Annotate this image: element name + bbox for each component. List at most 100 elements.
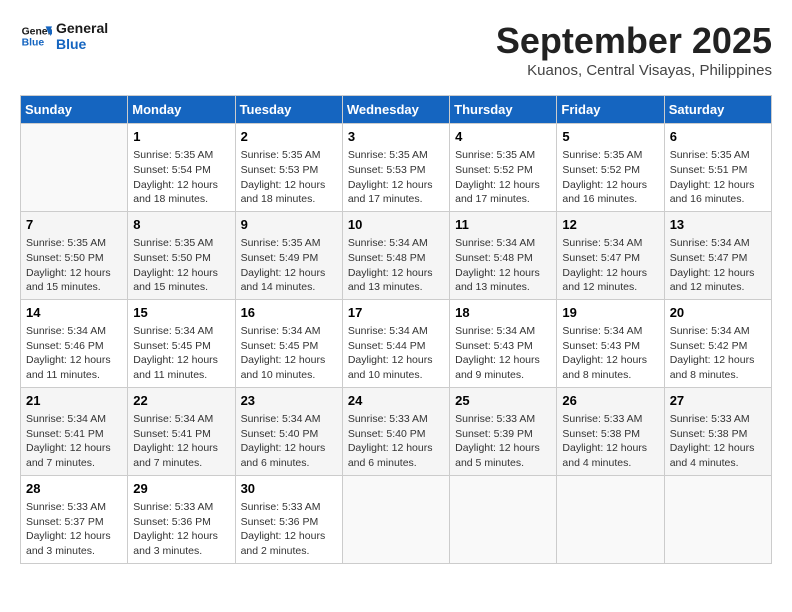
cell-info: Sunrise: 5:34 AMSunset: 5:42 PMDaylight:…: [670, 324, 766, 383]
day-number: 28: [26, 480, 122, 498]
calendar-cell: 13Sunrise: 5:34 AMSunset: 5:47 PMDayligh…: [664, 211, 771, 299]
day-number: 1: [133, 128, 229, 146]
cell-info: Sunrise: 5:34 AMSunset: 5:41 PMDaylight:…: [133, 412, 229, 471]
page-header: General Blue General Blue September 2025…: [20, 20, 772, 79]
day-number: 18: [455, 304, 551, 322]
day-number: 16: [241, 304, 337, 322]
calendar-cell: 28 Sunrise: 5:33 AMSunset: 5:37 PMDayligh…: [21, 475, 128, 563]
day-number: 11: [455, 216, 551, 234]
calendar-header-cell: Thursday: [450, 96, 557, 124]
cell-info: Sunrise: 5:34 AMSunset: 5:48 PMDaylight:…: [348, 236, 444, 295]
calendar-header-cell: Saturday: [664, 96, 771, 124]
cell-info: Sunrise: 5:35 AMSunset: 5:54 PMDaylight:…: [133, 148, 229, 207]
cell-info: Sunrise: 5:35 AMSunset: 5:53 PMDaylight:…: [348, 148, 444, 207]
day-number: 15: [133, 304, 229, 322]
day-number: 10: [348, 216, 444, 234]
day-number: 19: [562, 304, 658, 322]
calendar-week-row: 7 Sunrise: 5:35 AMSunset: 5:50 PMDaylight…: [21, 211, 772, 299]
calendar-cell: 17 Sunrise: 5:34 AMSunset: 5:44 PMDayligh…: [342, 299, 449, 387]
calendar-week-row: 21 Sunrise: 5:34 AMSunset: 5:41 PMDayligh…: [21, 387, 772, 475]
cell-info: Sunrise: 5:35 AMSunset: 5:52 PMDaylight:…: [562, 148, 658, 207]
day-number: 3: [348, 128, 444, 146]
title-block: September 2025 Kuanos, Central Visayas, …: [496, 20, 772, 79]
day-number: 29: [133, 480, 229, 498]
calendar-cell: 27 Sunrise: 5:33 AMSunset: 5:38 PMDayligh…: [664, 387, 771, 475]
logo-line1: General: [56, 20, 108, 36]
calendar-week-row: 28 Sunrise: 5:33 AMSunset: 5:37 PMDayligh…: [21, 475, 772, 563]
cell-info: Sunrise: 5:33 AMSunset: 5:38 PMDaylight:…: [670, 412, 766, 471]
day-number: 14: [26, 304, 122, 322]
calendar-cell: 8 Sunrise: 5:35 AMSunset: 5:50 PMDaylight…: [128, 211, 235, 299]
month-title: September 2025: [496, 20, 772, 62]
cell-info: Sunrise: 5:35 AMSunset: 5:51 PMDaylight:…: [670, 148, 766, 207]
cell-info: Sunrise: 5:35 AMSunset: 5:50 PMDaylight:…: [133, 236, 229, 295]
calendar-cell: [21, 124, 128, 212]
calendar-header-cell: Monday: [128, 96, 235, 124]
day-number: 21: [26, 392, 122, 410]
calendar-header-cell: Friday: [557, 96, 664, 124]
calendar-cell: 24Sunrise: 5:33 AMSunset: 5:40 PMDayligh…: [342, 387, 449, 475]
day-number: 17: [348, 304, 444, 322]
cell-info: Sunrise: 5:33 AMSunset: 5:36 PMDaylight:…: [241, 500, 337, 559]
calendar-cell: [664, 475, 771, 563]
logo-icon: General Blue: [20, 20, 52, 52]
cell-info: Sunrise: 5:35 AMSunset: 5:53 PMDaylight:…: [241, 148, 337, 207]
calendar-cell: 11Sunrise: 5:34 AMSunset: 5:48 PMDayligh…: [450, 211, 557, 299]
calendar-cell: [342, 475, 449, 563]
svg-text:Blue: Blue: [22, 38, 45, 49]
logo-line2: Blue: [56, 36, 108, 52]
calendar-week-row: 1 Sunrise: 5:35 AMSunset: 5:54 PMDaylight…: [21, 124, 772, 212]
calendar-table: SundayMondayTuesdayWednesdayThursdayFrid…: [20, 95, 772, 564]
cell-info: Sunrise: 5:35 AMSunset: 5:50 PMDaylight:…: [26, 236, 122, 295]
calendar-header-row: SundayMondayTuesdayWednesdayThursdayFrid…: [21, 96, 772, 124]
cell-info: Sunrise: 5:35 AMSunset: 5:52 PMDaylight:…: [455, 148, 551, 207]
cell-info: Sunrise: 5:34 AMSunset: 5:43 PMDaylight:…: [455, 324, 551, 383]
calendar-cell: 23 Sunrise: 5:34 AMSunset: 5:40 PMDayligh…: [235, 387, 342, 475]
day-number: 27: [670, 392, 766, 410]
day-number: 2: [241, 128, 337, 146]
calendar-cell: [450, 475, 557, 563]
calendar-cell: 14 Sunrise: 5:34 AMSunset: 5:46 PMDayligh…: [21, 299, 128, 387]
cell-info: Sunrise: 5:34 AMSunset: 5:41 PMDaylight:…: [26, 412, 122, 471]
calendar-cell: 15 Sunrise: 5:34 AMSunset: 5:45 PMDayligh…: [128, 299, 235, 387]
day-number: 5: [562, 128, 658, 146]
cell-info: Sunrise: 5:33 AMSunset: 5:37 PMDaylight:…: [26, 500, 122, 559]
calendar-cell: 4Sunrise: 5:35 AMSunset: 5:52 PMDaylight…: [450, 124, 557, 212]
calendar-cell: 22 Sunrise: 5:34 AMSunset: 5:41 PMDayligh…: [128, 387, 235, 475]
calendar-cell: 25Sunrise: 5:33 AMSunset: 5:39 PMDayligh…: [450, 387, 557, 475]
cell-info: Sunrise: 5:34 AMSunset: 5:43 PMDaylight:…: [562, 324, 658, 383]
cell-info: Sunrise: 5:34 AMSunset: 5:47 PMDaylight:…: [562, 236, 658, 295]
cell-info: Sunrise: 5:34 AMSunset: 5:40 PMDaylight:…: [241, 412, 337, 471]
calendar-cell: 12Sunrise: 5:34 AMSunset: 5:47 PMDayligh…: [557, 211, 664, 299]
day-number: 8: [133, 216, 229, 234]
calendar-cell: 1 Sunrise: 5:35 AMSunset: 5:54 PMDaylight…: [128, 124, 235, 212]
logo: General Blue General Blue: [20, 20, 108, 52]
calendar-cell: 20Sunrise: 5:34 AMSunset: 5:42 PMDayligh…: [664, 299, 771, 387]
location: Kuanos, Central Visayas, Philippines: [496, 62, 772, 79]
cell-info: Sunrise: 5:34 AMSunset: 5:45 PMDaylight:…: [241, 324, 337, 383]
calendar-header-cell: Sunday: [21, 96, 128, 124]
day-number: 7: [26, 216, 122, 234]
calendar-cell: 5 Sunrise: 5:35 AMSunset: 5:52 PMDaylight…: [557, 124, 664, 212]
cell-info: Sunrise: 5:33 AMSunset: 5:39 PMDaylight:…: [455, 412, 551, 471]
cell-info: Sunrise: 5:34 AMSunset: 5:44 PMDaylight:…: [348, 324, 444, 383]
calendar-cell: 2 Sunrise: 5:35 AMSunset: 5:53 PMDaylight…: [235, 124, 342, 212]
calendar-header-cell: Wednesday: [342, 96, 449, 124]
calendar-cell: [557, 475, 664, 563]
day-number: 26: [562, 392, 658, 410]
cell-info: Sunrise: 5:34 AMSunset: 5:46 PMDaylight:…: [26, 324, 122, 383]
day-number: 30: [241, 480, 337, 498]
calendar-cell: 7 Sunrise: 5:35 AMSunset: 5:50 PMDaylight…: [21, 211, 128, 299]
cell-info: Sunrise: 5:33 AMSunset: 5:36 PMDaylight:…: [133, 500, 229, 559]
cell-info: Sunrise: 5:34 AMSunset: 5:45 PMDaylight:…: [133, 324, 229, 383]
day-number: 22: [133, 392, 229, 410]
calendar-cell: 10 Sunrise: 5:34 AMSunset: 5:48 PMDayligh…: [342, 211, 449, 299]
cell-info: Sunrise: 5:35 AMSunset: 5:49 PMDaylight:…: [241, 236, 337, 295]
day-number: 23: [241, 392, 337, 410]
cell-info: Sunrise: 5:33 AMSunset: 5:40 PMDaylight:…: [348, 412, 444, 471]
calendar-cell: 3 Sunrise: 5:35 AMSunset: 5:53 PMDaylight…: [342, 124, 449, 212]
calendar-cell: 30 Sunrise: 5:33 AMSunset: 5:36 PMDayligh…: [235, 475, 342, 563]
day-number: 6: [670, 128, 766, 146]
cell-info: Sunrise: 5:34 AMSunset: 5:47 PMDaylight:…: [670, 236, 766, 295]
calendar-cell: 29 Sunrise: 5:33 AMSunset: 5:36 PMDayligh…: [128, 475, 235, 563]
